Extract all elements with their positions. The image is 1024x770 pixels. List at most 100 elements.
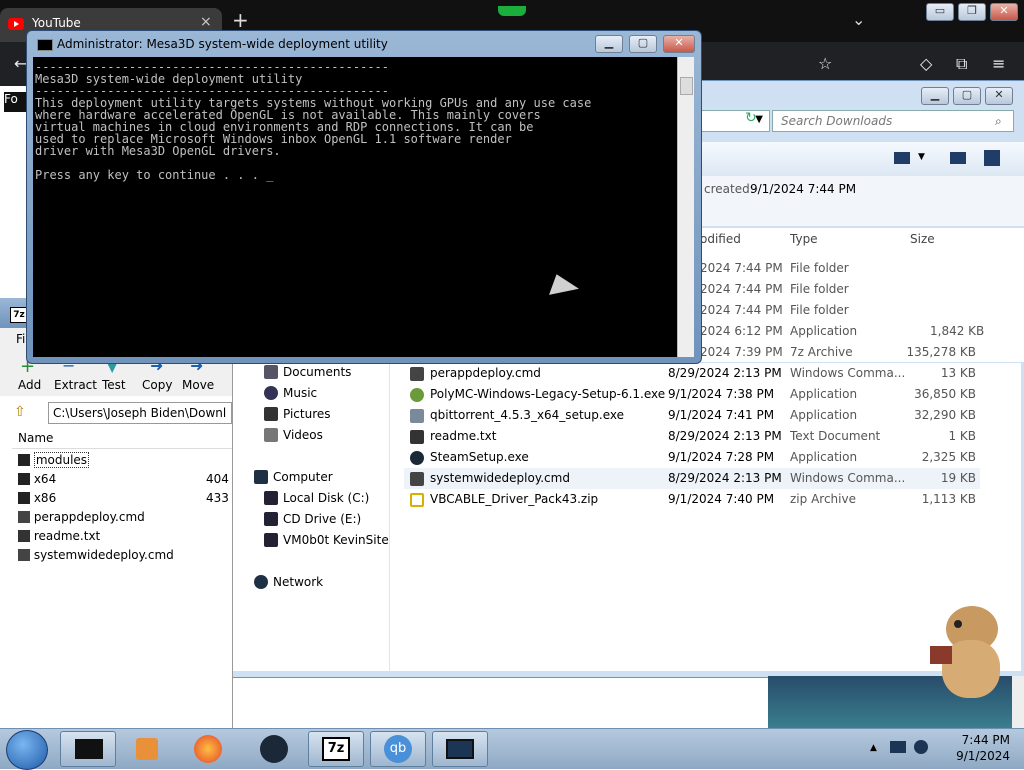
table-row[interactable]: 2024 7:44 PM File folder [700,258,980,279]
menu-file[interactable]: Fi [16,332,25,346]
console-scrollbar[interactable] [677,57,694,357]
table-row[interactable]: 2024 7:44 PM File folder [700,300,980,321]
taskbar-cmd-button[interactable] [60,731,116,767]
browser-maximize-button[interactable]: ❐ [958,3,986,21]
table-row[interactable]: PolyMC-Windows-Legacy-Setup-6.1.exe 9/1/2… [404,384,980,405]
cmd-close-button[interactable]: ✕ [663,35,695,53]
taskbar-qbittorrent-button[interactable]: qb [370,731,426,767]
nav-music[interactable]: Music [283,386,317,400]
table-row[interactable]: 2024 7:44 PM File folder [700,279,980,300]
taskbar-explorer-button[interactable] [432,731,488,767]
tab-title: YouTube [32,16,81,30]
file-size: 1,113 KB [921,492,976,506]
list-item[interactable]: systemwidedeploy.cmd [18,546,174,565]
view-dropdown-icon[interactable]: ▼ [918,152,925,162]
row-date: 2024 7:39 PM [700,345,783,359]
test-button[interactable]: Test [102,378,126,392]
taskbar-steam-button[interactable] [246,731,302,767]
browser-close-button[interactable]: ✕ [990,3,1018,21]
browser-minimize-button[interactable]: ▭ [926,3,954,21]
nav-documents[interactable]: Documents [283,365,351,379]
explorer-close-button[interactable]: ✕ [985,87,1013,105]
cmd-file-icon [410,472,424,486]
add-button[interactable]: Add [18,378,41,392]
col-type[interactable]: Type [790,232,818,246]
youtube-icon [8,18,24,30]
table-row[interactable]: qbittorrent_4.5.3_x64_setup.exe 9/1/2024 … [404,405,980,426]
nav-local-disk[interactable]: Local Disk (C:) [283,491,369,505]
scrollbar[interactable] [1012,676,1024,728]
extract-button[interactable]: Extract [54,378,97,392]
bookmark-star-icon[interactable]: ☆ [818,54,832,73]
file-name: perappdeploy.cmd [430,366,541,380]
browser-content [0,112,26,298]
table-row[interactable]: SteamSetup.exe 9/1/2024 7:28 PM Applicatio… [404,447,980,468]
show-hidden-icons-icon[interactable]: ▲ [870,743,877,753]
row-type: File folder [790,303,849,317]
new-tab-icon[interactable]: + [232,8,249,32]
search-input[interactable]: Search Downloads [772,110,1014,132]
table-row[interactable]: 2024 7:39 PM 7z Archive 135,278 KB [700,342,980,363]
clock-date[interactable]: 9/1/2024 [956,749,1010,763]
table-row[interactable]: 2024 6:12 PM Application 1,842 KB [700,321,984,342]
file-type: zip Archive [790,492,856,506]
cmd-minimize-button[interactable]: ▁ [595,35,623,53]
nav-pictures[interactable]: Pictures [283,407,331,421]
cmd-window-title: Administrator: Mesa3D system-wide deploy… [57,37,388,51]
help-icon[interactable] [984,150,1000,166]
scrollbar-thumb[interactable] [680,77,693,95]
nav-vm-share[interactable]: VM0b0t KevinSite [283,533,389,547]
table-row[interactable]: perappdeploy.cmd 8/29/2024 2:13 PM Windows… [404,363,980,384]
path-input[interactable]: C:\Users\Joseph Biden\Downl [48,402,232,424]
change-view-icon[interactable] [894,152,910,164]
refresh-icon[interactable]: ↻ [745,110,767,132]
pocket-icon[interactable]: ◇ [920,54,932,73]
network-tray-icon[interactable] [890,741,906,753]
file-list-partial: 2024 7:44 PM File folder 2024 7:44 PM File… [700,250,1024,362]
extensions-icon[interactable]: ⧉ [956,54,967,74]
nav-videos[interactable]: Videos [283,428,323,442]
move-button[interactable]: Move [182,378,214,392]
taskbar: 7z qb ▲ 7:44 PM 9/1/2024 [0,728,1024,770]
taskbar-firefox-button[interactable] [180,731,236,767]
table-row-selected[interactable]: systemwidedeploy.cmd 8/29/2024 2:13 PM Win… [404,468,980,489]
taskbar-media-player-button[interactable] [122,731,178,767]
list-item[interactable]: perappdeploy.cmd [18,508,145,527]
preview-pane-icon[interactable] [950,152,966,164]
list-item[interactable]: readme.txt [18,527,100,546]
explorer-maximize-button[interactable]: ▢ [953,87,981,105]
qbittorrent-icon: qb [384,735,412,763]
network-drive-icon [264,533,278,547]
console-output[interactable]: ----------------------------------------… [33,57,677,357]
col-date-modified[interactable]: odified [700,232,741,246]
nav-network[interactable]: Network [273,575,323,589]
col-name[interactable]: Name [18,431,53,445]
start-button[interactable] [6,730,48,770]
sound-tray-icon[interactable] [914,740,928,754]
table-row[interactable]: readme.txt 8/29/2024 2:13 PM Text Document… [404,426,980,447]
tab-close-icon[interactable]: × [200,14,212,30]
table-row[interactable]: VBCABLE_Driver_Pack43.zip 9/1/2024 7:40 P… [404,489,980,510]
list-item[interactable]: modules [18,451,90,470]
app-menu-icon[interactable]: ≡ [992,54,1005,73]
folder-up-icon[interactable]: ⇧ [14,404,30,420]
taskbar-7zip-button[interactable]: 7z [308,731,364,767]
file-date: 8/29/2024 2:13 PM [668,366,782,380]
row-type: Application [790,324,858,338]
row-date: 2024 7:44 PM [700,303,783,317]
file-name: PolyMC-Windows-Legacy-Setup-6.1.exe [430,387,666,401]
list-item[interactable]: x86 433 [18,489,229,508]
firefox-icon [194,735,222,763]
nav-cd-drive[interactable]: CD Drive (E:) [283,512,361,526]
sevenzip-icon: 7z [322,737,350,761]
media-indicator-icon [498,6,526,16]
explorer-toolbar: ▼ [700,142,1024,176]
tab-list-icon[interactable]: ⌄ [852,10,865,29]
nav-computer[interactable]: Computer [273,470,333,484]
list-item[interactable]: x64 404 [18,470,229,489]
cmd-maximize-button[interactable]: ▢ [629,35,657,53]
copy-button[interactable]: Copy [142,378,172,392]
clock-time[interactable]: 7:44 PM [962,733,1010,747]
col-size[interactable]: Size [910,232,935,246]
explorer-minimize-button[interactable]: ▁ [921,87,949,105]
